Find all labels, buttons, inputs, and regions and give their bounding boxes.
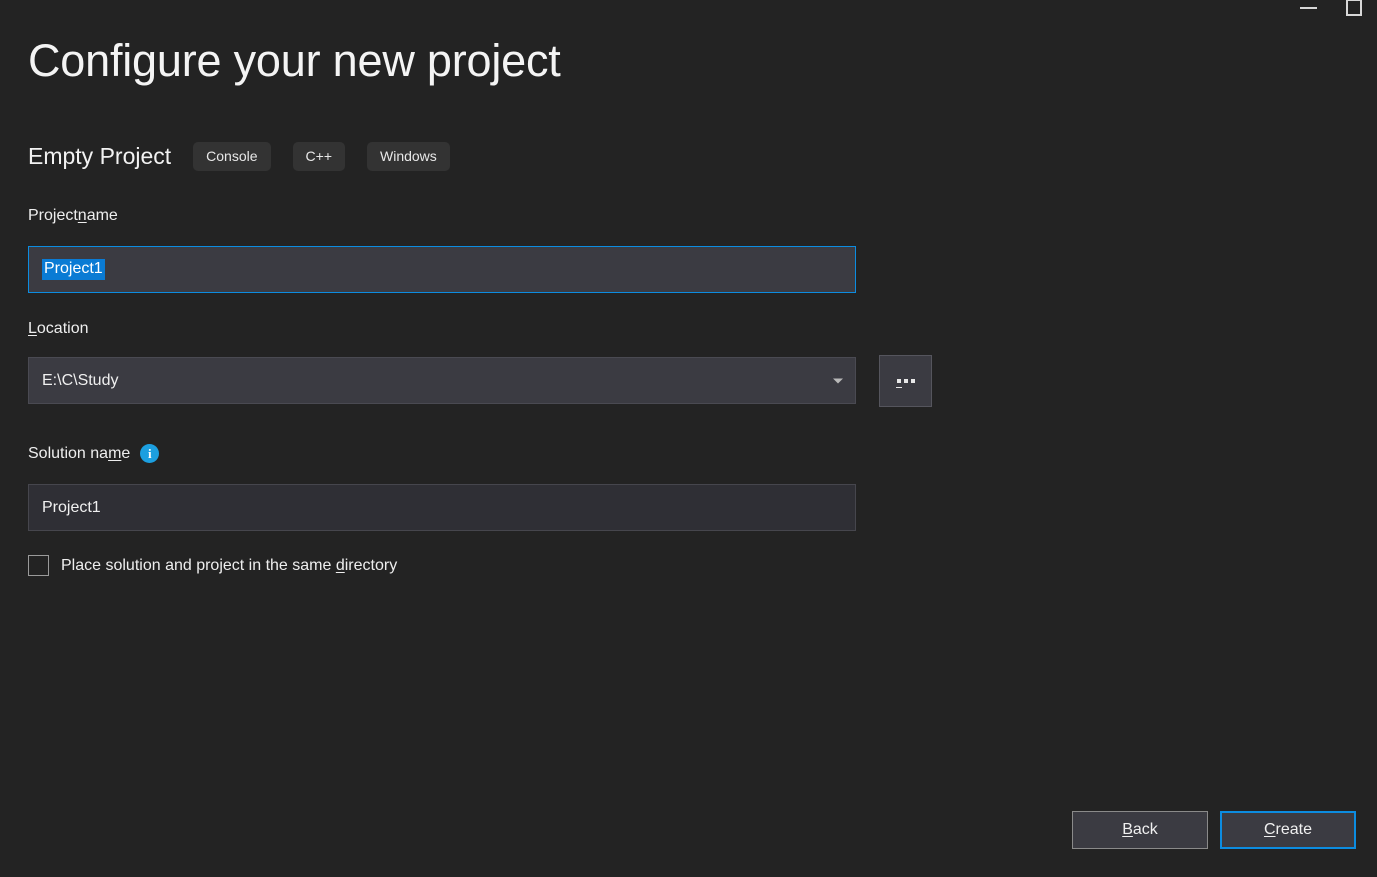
template-name: Empty Project: [28, 142, 172, 169]
tag-console: Console: [193, 141, 271, 171]
create-accesskey: C: [1263, 821, 1276, 838]
minimize-icon: [1299, 7, 1317, 9]
same-directory-label-text: Place solution and project in the same: [61, 556, 336, 574]
same-directory-label: Place solution and project in the same d…: [61, 557, 397, 575]
tag-platform: Windows: [367, 141, 450, 171]
same-directory-accesskey: d: [335, 556, 345, 574]
solution-name-label-rest: e: [121, 444, 131, 462]
info-icon[interactable]: i: [140, 444, 160, 463]
solution-name-input[interactable]: Project1: [28, 484, 856, 531]
window-controls: [1285, 0, 1377, 30]
location-accesskey: L: [28, 320, 37, 337]
back-button[interactable]: Back: [1072, 811, 1208, 849]
same-directory-checkbox[interactable]: [28, 555, 49, 576]
chevron-down-icon: [833, 378, 843, 383]
maximize-icon: [1346, 0, 1362, 16]
solution-name-label: Solution na m e i: [28, 444, 160, 463]
project-name-label-text: Project: [28, 207, 78, 224]
location-value: E:\C\Study: [42, 371, 119, 389]
tag-language: C++: [292, 141, 345, 171]
solution-name-label-text: Solution na: [28, 444, 109, 462]
ellipsis-dot-3: [910, 379, 915, 383]
ellipsis-dot-1: [895, 379, 902, 388]
create-button[interactable]: Create: [1220, 811, 1356, 849]
create-label-rest: reate: [1275, 821, 1313, 838]
ellipsis-icon: [895, 379, 915, 388]
location-combobox[interactable]: E:\C\Study: [28, 357, 856, 404]
browse-location-button[interactable]: [879, 355, 932, 407]
back-accesskey: B: [1122, 821, 1133, 838]
template-summary: Empty Project Console C++ Windows: [28, 140, 450, 172]
minimize-button[interactable]: [1285, 0, 1331, 30]
project-name-accesskey: n: [77, 207, 87, 224]
project-name-input[interactable]: Project1: [28, 246, 856, 293]
back-label-rest: ack: [1132, 821, 1158, 838]
project-name-label-rest: ame: [86, 207, 118, 224]
project-name-value: Project1: [42, 259, 105, 280]
location-label: Location: [28, 321, 89, 337]
same-directory-label-rest: irectory: [344, 556, 398, 574]
configure-project-dialog: Configure your new project Empty Project…: [0, 0, 1377, 877]
maximize-button[interactable]: [1331, 0, 1377, 30]
project-name-label: Project n ame: [28, 208, 118, 224]
same-directory-checkbox-row[interactable]: Place solution and project in the same d…: [28, 555, 397, 576]
solution-name-value: Project1: [42, 498, 101, 516]
dialog-footer: Back Create: [1072, 811, 1356, 849]
ellipsis-dot-2: [903, 379, 908, 383]
location-label-rest: ocation: [36, 320, 89, 337]
solution-name-accesskey: m: [108, 444, 122, 462]
page-title: Configure your new project: [28, 35, 561, 86]
